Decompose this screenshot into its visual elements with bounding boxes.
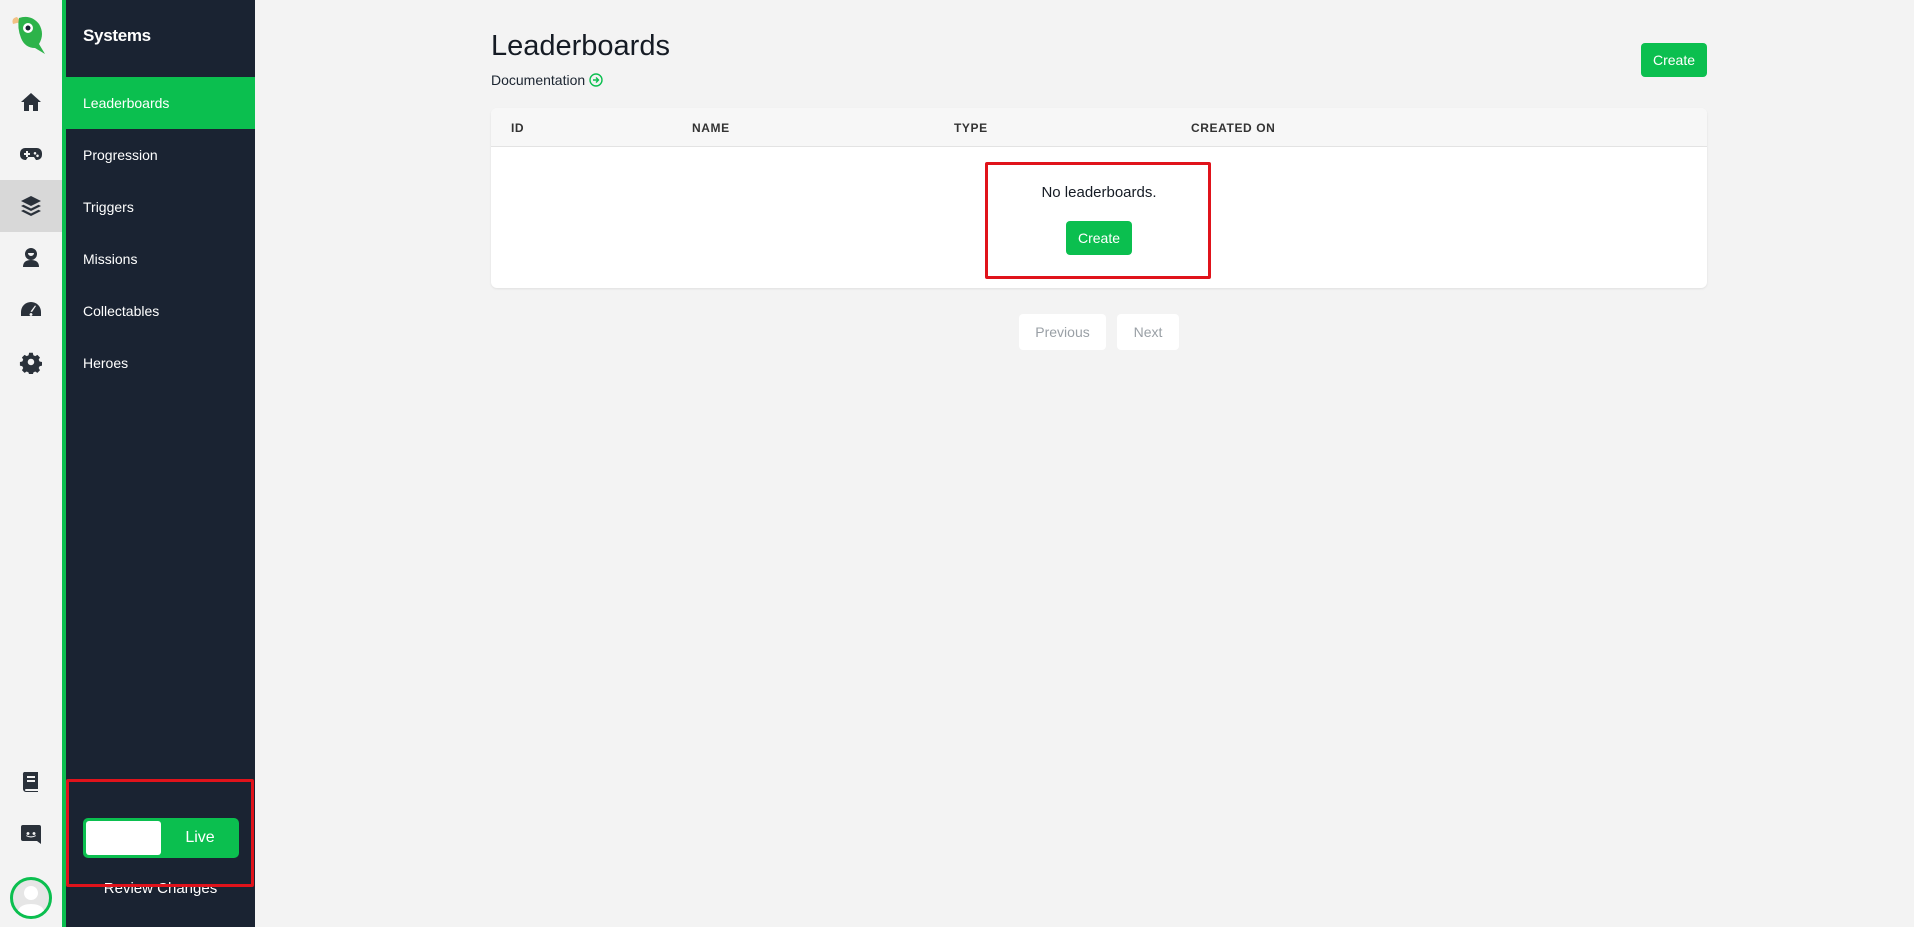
table-header: ID NAME TYPE CREATED ON [491,108,1707,147]
page-title: Leaderboards [491,30,670,62]
icon-rail [0,0,62,927]
gamepad-icon[interactable] [0,128,62,180]
documentation-link[interactable]: Documentation [491,72,603,88]
live-toggle-highlight [66,779,254,887]
sidebar-item-triggers[interactable]: Triggers [66,181,255,233]
user-icon [17,886,45,916]
home-icon[interactable] [0,76,62,128]
dashboard-icon[interactable] [0,284,62,336]
book-icon[interactable] [0,756,62,808]
sidebar-item-collectables[interactable]: Collectables [66,285,255,337]
documentation-label: Documentation [491,72,586,88]
discord-icon[interactable] [0,808,62,860]
avatar[interactable] [10,877,52,919]
column-type[interactable]: TYPE [954,121,988,135]
column-name[interactable]: NAME [692,121,730,135]
previous-button[interactable]: Previous [1019,314,1106,350]
sidebar-item-leaderboards[interactable]: Leaderboards [66,77,255,129]
gear-icon[interactable] [0,336,62,388]
sidebar-item-heroes[interactable]: Heroes [66,337,255,389]
arrow-circle-right-icon [589,73,603,87]
sidebar-item-progression[interactable]: Progression [66,129,255,181]
next-button[interactable]: Next [1117,314,1179,350]
sidebar-item-missions[interactable]: Missions [66,233,255,285]
column-id[interactable]: ID [511,121,524,135]
sidebar-title: Systems [83,26,151,45]
layers-icon[interactable] [0,180,62,232]
empty-state-highlight [985,162,1211,279]
create-button[interactable]: Create [1641,43,1707,77]
parrot-logo-icon[interactable] [9,14,53,58]
agent-icon[interactable] [0,232,62,284]
column-created-on[interactable]: CREATED ON [1191,121,1275,135]
